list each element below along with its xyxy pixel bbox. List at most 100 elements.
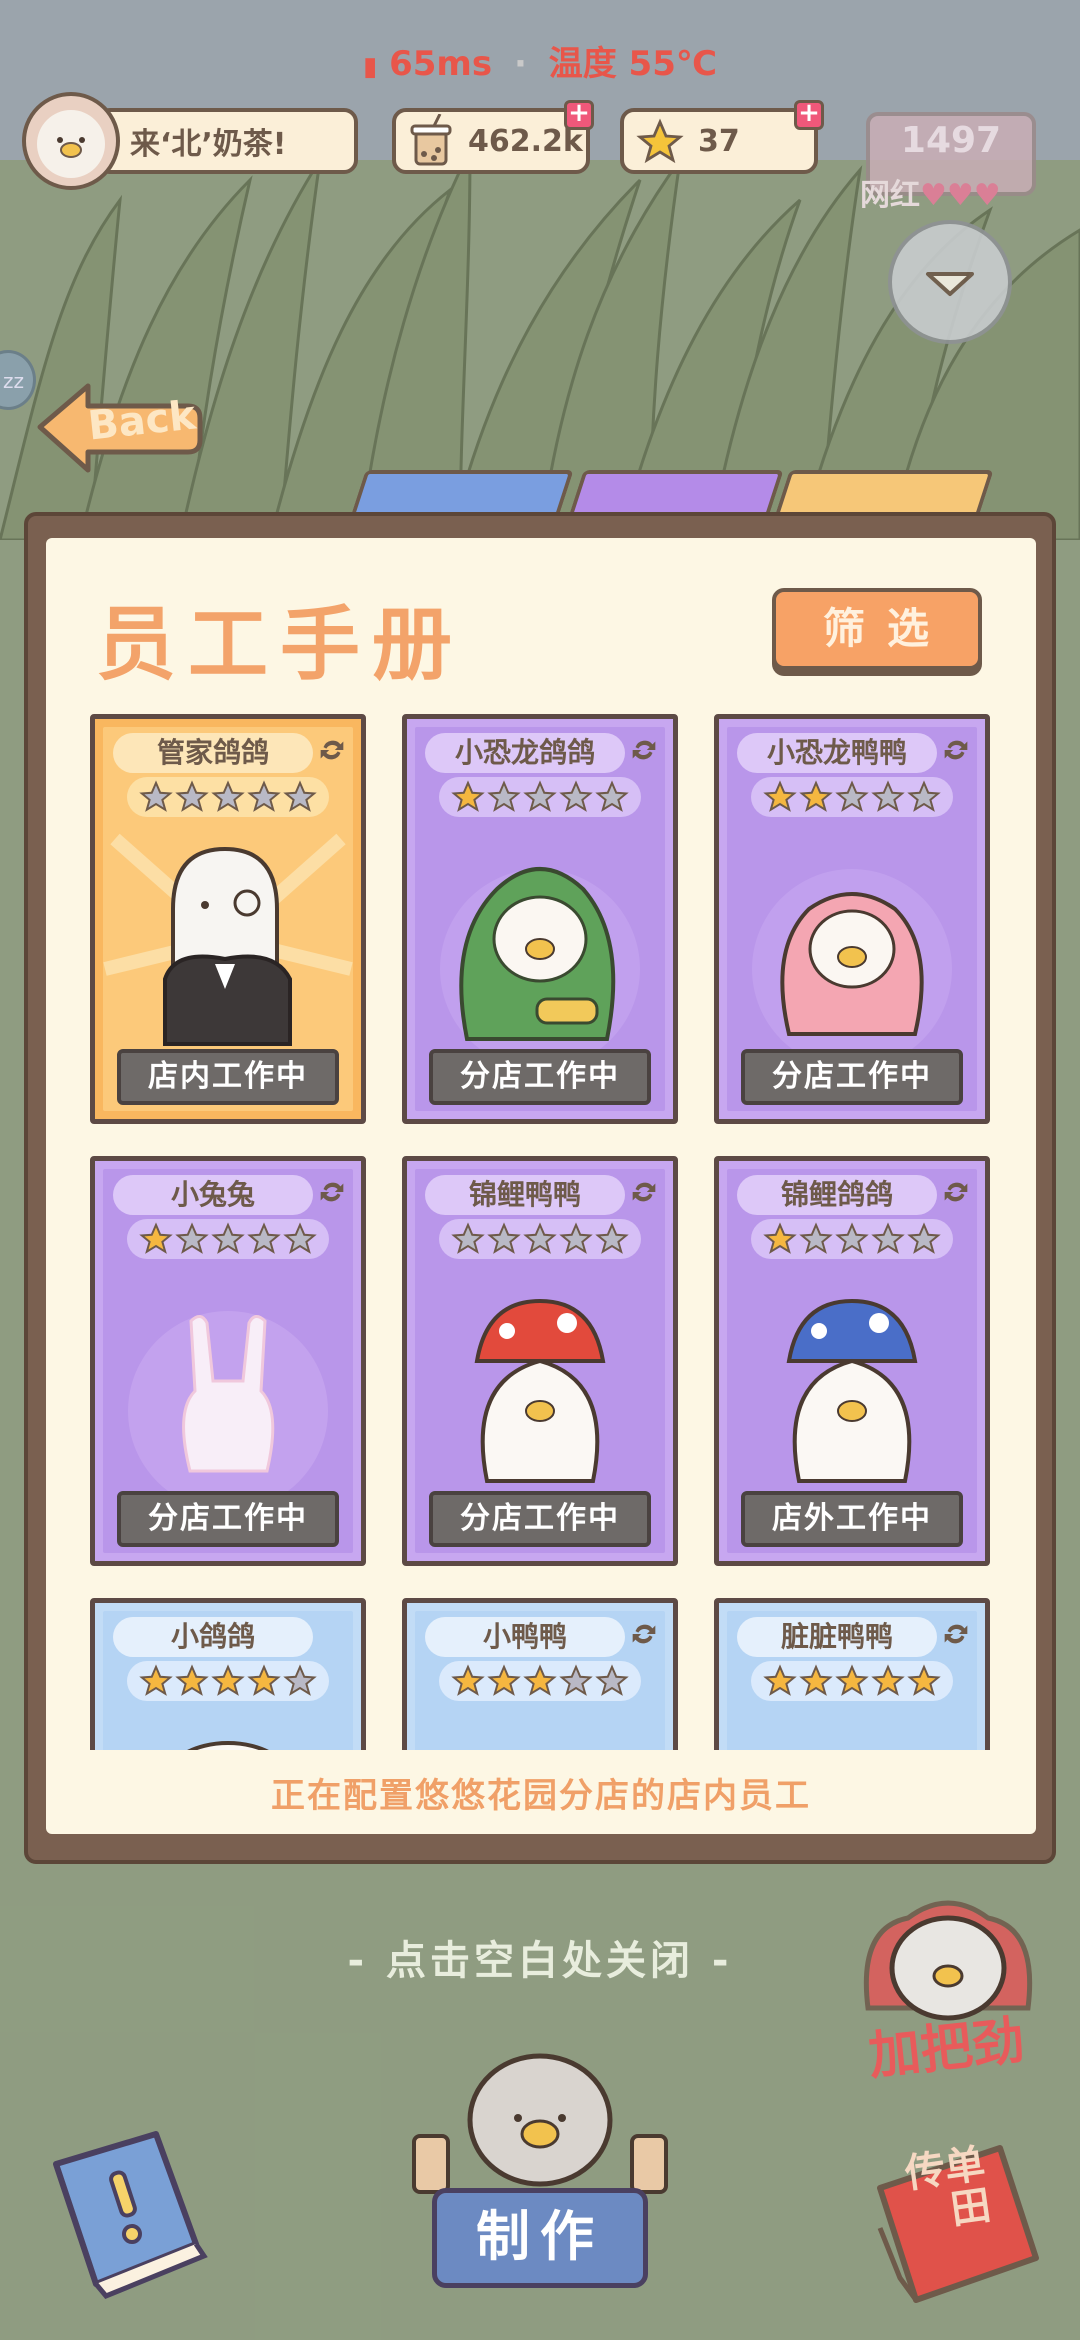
star-filled-icon — [871, 1664, 905, 1696]
star-empty-icon — [907, 780, 941, 812]
add-star-plus-icon[interactable]: + — [794, 100, 824, 130]
employee-name: 小鸭鸭 — [425, 1617, 625, 1657]
star-empty-icon — [451, 1222, 485, 1254]
star-filled-icon — [211, 1664, 245, 1696]
employee-name: 管家鸽鸽 — [113, 733, 313, 773]
star-empty-icon — [871, 1222, 905, 1254]
work-status-button[interactable]: 店外工作中 — [741, 1491, 963, 1547]
employee-grid[interactable]: 管家鸽鸽 店内工作中 小恐龙鸽鸽 分店工作中 小恐龙鸭鸭 分店工作中 小兔兔 分… — [46, 700, 1036, 1750]
add-milk-tea-plus-icon[interactable]: + — [564, 100, 594, 130]
star-count: 37 — [698, 123, 740, 159]
star-empty-icon — [175, 1222, 209, 1254]
employee-card[interactable]: 锦鲤鸽鸽 店外工作中 — [714, 1156, 990, 1566]
star-empty-icon — [523, 780, 557, 812]
star-rating — [751, 777, 953, 817]
shop-name: 来‘北’奶茶! — [130, 127, 287, 162]
star-rating — [439, 1219, 641, 1259]
employee-card[interactable]: 小鸽鸽 — [90, 1598, 366, 1750]
temperature-text: 温度 55℃ — [548, 44, 718, 84]
dirty-duck-art — [719, 1703, 985, 1750]
employee-name: 小恐龙鸽鸽 — [425, 733, 625, 773]
star-counter[interactable]: 37 — [620, 108, 818, 174]
employee-name: 小兔兔 — [113, 1175, 313, 1215]
star-filled-icon — [835, 1664, 869, 1696]
swap-icon[interactable] — [627, 1617, 661, 1651]
swap-icon[interactable] — [939, 1617, 973, 1651]
star-rating — [439, 777, 641, 817]
star-filled-icon — [763, 1222, 797, 1254]
swap-icon[interactable] — [315, 733, 349, 767]
back-button[interactable]: Back — [28, 372, 208, 486]
swap-icon[interactable] — [939, 1175, 973, 1209]
fame-label: 网红♥♥♥ — [860, 178, 1001, 213]
star-empty-icon — [247, 780, 281, 812]
butler-pigeon-art — [103, 833, 353, 1046]
star-empty-icon — [283, 780, 317, 812]
star-filled-icon — [451, 1664, 485, 1696]
koi-duck-art — [474, 1298, 606, 1483]
swap-icon[interactable] — [627, 1175, 661, 1209]
employee-name: 脏脏鸭鸭 — [737, 1617, 937, 1657]
star-filled-icon — [763, 1664, 797, 1696]
star-empty-icon — [835, 780, 869, 812]
employee-card[interactable]: 管家鸽鸽 店内工作中 — [90, 714, 366, 1124]
star-filled-icon — [523, 1664, 557, 1696]
employee-card[interactable]: 锦鲤鸭鸭 分店工作中 — [402, 1156, 678, 1566]
work-status-button[interactable]: 分店工作中 — [741, 1049, 963, 1105]
milk-tea-cup-icon — [410, 114, 452, 166]
star-filled-icon — [247, 1664, 281, 1696]
star-empty-icon — [523, 1222, 557, 1254]
star-empty-icon — [595, 1664, 629, 1696]
status-separator: · — [513, 44, 527, 84]
star-rating — [751, 1661, 953, 1701]
hearts-icon: ♥♥♥ — [920, 178, 1001, 213]
handbook-book-button[interactable] — [36, 2124, 216, 2308]
swap-icon[interactable] — [939, 733, 973, 767]
panel-note: 正在配置悠悠花园分店的店内员工 — [271, 1776, 811, 1816]
star-rating — [751, 1219, 953, 1259]
star-currency-icon — [636, 118, 684, 164]
milk-tea-counter[interactable]: 462.2k — [392, 108, 590, 174]
player-avatar[interactable] — [22, 92, 120, 190]
work-status-button[interactable]: 店内工作中 — [117, 1049, 339, 1105]
swap-icon[interactable] — [627, 733, 661, 767]
fame-meter[interactable]: 1497 网红♥♥♥ — [860, 112, 1036, 213]
network-status: ▮ 65ms · 温度 55℃ — [0, 36, 1080, 85]
employee-card[interactable]: 小恐龙鸭鸭 分店工作中 — [714, 714, 990, 1124]
star-filled-icon — [175, 1664, 209, 1696]
swap-icon[interactable] — [315, 1175, 349, 1209]
star-filled-icon — [487, 1664, 521, 1696]
book-icon — [53, 2131, 208, 2300]
employee-name: 小恐龙鸭鸭 — [737, 733, 937, 773]
star-filled-icon — [799, 780, 833, 812]
star-empty-icon — [907, 1222, 941, 1254]
shop-name-pill[interactable]: 来‘北’奶茶! — [96, 108, 358, 174]
employee-card[interactable]: 小恐龙鸽鸽 分店工作中 — [402, 714, 678, 1124]
employee-card[interactable]: 小兔兔 分店工作中 — [90, 1156, 366, 1566]
filter-button[interactable]: 筛选 — [772, 588, 982, 670]
employee-card[interactable]: 脏脏鸭鸭 — [714, 1598, 990, 1750]
star-rating — [127, 777, 329, 817]
employee-card[interactable]: 小鸭鸭 — [402, 1598, 678, 1750]
star-empty-icon — [835, 1222, 869, 1254]
koi-pigeon-art — [786, 1298, 918, 1483]
star-empty-icon — [139, 780, 173, 812]
bunny-silhouette-art — [128, 1311, 328, 1491]
work-status-button[interactable]: 分店工作中 — [117, 1491, 339, 1547]
star-empty-icon — [283, 1664, 317, 1696]
star-filled-icon — [451, 780, 485, 812]
flyer-label: 传单 田 — [902, 2141, 993, 2237]
make-button[interactable]: 制作 — [432, 2188, 648, 2288]
star-empty-icon — [595, 1222, 629, 1254]
dino-pigeon-art — [440, 867, 640, 1049]
star-empty-icon — [871, 780, 905, 812]
ping-text: 65ms — [389, 44, 493, 84]
dropdown-menu-button[interactable] — [888, 220, 1012, 344]
star-filled-icon — [139, 1222, 173, 1254]
star-empty-icon — [559, 1222, 593, 1254]
star-filled-icon — [139, 1664, 173, 1696]
work-status-button[interactable]: 分店工作中 — [429, 1049, 651, 1105]
star-empty-icon — [211, 780, 245, 812]
star-empty-icon — [247, 1222, 281, 1254]
work-status-button[interactable]: 分店工作中 — [429, 1491, 651, 1547]
